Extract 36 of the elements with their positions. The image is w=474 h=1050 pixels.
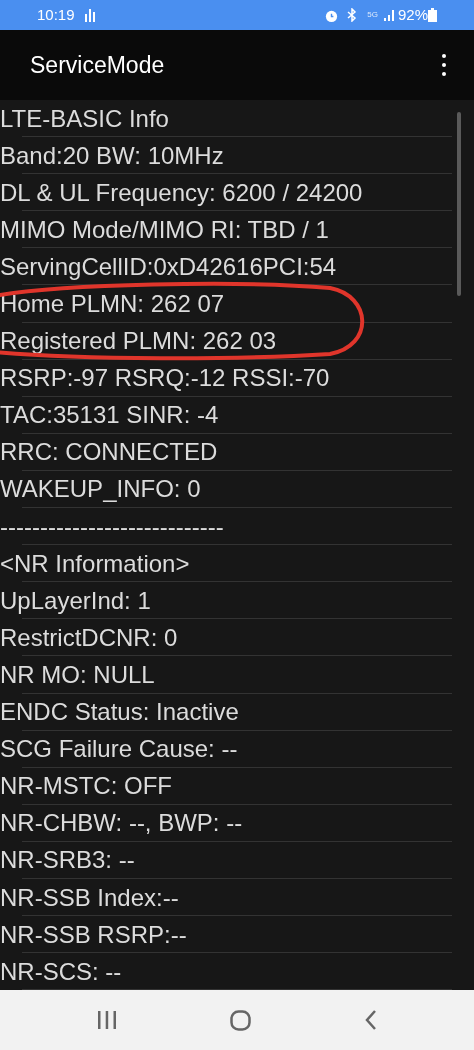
network-type: 5G [367,11,378,19]
battery-icon [428,8,437,22]
info-line: UpLayerInd: 1 [0,588,151,613]
info-line: Home PLMN: 262 07 [0,292,225,316]
app-title: ServiceMode [30,50,165,80]
status-time: 10:19 [37,4,75,25]
battery-percent: 92% [397,4,428,25]
info-line: RRC: CONNECTED [0,440,218,465]
info-line: WAKEUP_INFO: 0 [0,477,201,502]
more-options-button[interactable] [440,54,448,76]
home-icon[interactable] [230,1009,252,1031]
bluetooth-icon [347,8,358,22]
info-line: DL & UL Frequency: 6200 / 24200 [0,180,363,205]
info-line: NR-SRB3: -- [0,848,135,873]
info-line: NR-CHBW: --, BWP: -- [0,811,243,836]
info-line: NR-SSB Index:-- [0,885,179,910]
info-line: NR MO: NULL [0,662,155,687]
info-line: ServingCellID:0xD42616PCI:54 [0,254,337,279]
info-line: NR-SCS: -- [0,959,122,984]
info-line: ENDC Status: Inactive [0,700,239,725]
info-line: LTE-BASIC Info [0,106,169,131]
info-line: TAC:35131 SINR: -4 [0,403,219,428]
back-icon[interactable] [365,1010,378,1030]
info-line: Registered PLMN: 262 03 [0,329,277,354]
info-line: NR-SSB RSRP:-- [0,922,187,947]
info-line: <NR Information> [0,551,190,576]
info-line: RestrictDCNR: 0 [0,625,178,650]
recent-apps-icon[interactable] [96,1011,117,1029]
info-line: RSRP:-97 RSRQ:-12 RSSI:-70 [0,366,330,391]
info-line: NR-MSTC: OFF [0,774,172,799]
activity-icon [84,8,95,22]
info-line: ---------------------------- [0,514,224,539]
info-line: SCG Failure Cause: -- [0,737,238,762]
info-line: Band:20 BW: 10MHz [0,143,224,168]
info-line: MIMO Mode/MIMO RI: TBD / 1 [0,217,329,242]
signal-icon [383,9,394,21]
